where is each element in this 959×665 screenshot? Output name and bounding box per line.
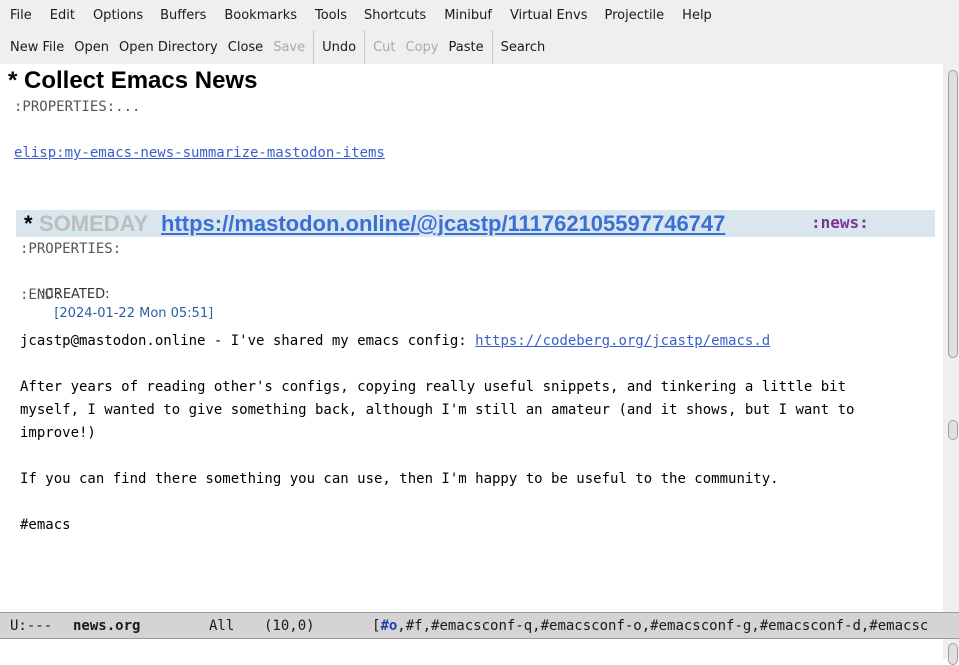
post-prefix: jcastp@mastodon.online - I've shared my … [20, 333, 476, 349]
modeline-tags: [#o,#f,#emacsconf-q,#emacsconf-o,#emacsc… [372, 618, 928, 634]
codeberg-link[interactable]: https://codeberg.org/jcastp/emacs.d [475, 333, 770, 349]
mode-line: U:--- news.org All (10,0) [#o,#f,#emacsc… [0, 612, 959, 639]
minibuffer-scroll-thumb[interactable] [948, 643, 958, 665]
modeline-status: U:--- [10, 618, 53, 634]
hashtag-line: #emacs [20, 517, 71, 533]
modeline-rest: ,#f,#emacsconf-q,#emacsconf-o,#emacsconf… [397, 618, 929, 634]
save-button[interactable]: Save [268, 40, 310, 55]
menu-options[interactable]: Options [75, 8, 143, 23]
modeline-highlight: #o [380, 618, 398, 634]
cut-button[interactable]: Cut [368, 40, 400, 55]
end-drawer: :END: [20, 287, 63, 303]
paragraph-line: After years of reading other's configs, … [20, 379, 847, 395]
copy-button[interactable]: Copy [401, 40, 444, 55]
heading-star: * [24, 211, 33, 236]
scrollbar-thumb[interactable] [948, 70, 958, 358]
created-timestamp[interactable]: [2024-01-22 Mon 05:51] [54, 306, 213, 321]
todo-keyword: SOMEDAY [39, 211, 149, 236]
open-button[interactable]: Open [69, 40, 114, 55]
modeline-line-col: (10,0) [264, 618, 315, 634]
scrollbar-handle[interactable] [948, 420, 958, 440]
menu-tools[interactable]: Tools [297, 8, 347, 23]
menu-virtual-envs[interactable]: Virtual Envs [492, 8, 588, 23]
menu-help[interactable]: Help [664, 8, 712, 23]
someday-heading-row[interactable]: * SOMEDAY https://mastodon.online/@jcast… [16, 210, 935, 237]
menu-file[interactable]: File [0, 8, 32, 23]
paragraph-line: If you can find there something you can … [20, 471, 779, 487]
search-button[interactable]: Search [496, 40, 551, 55]
menu-bookmarks[interactable]: Bookmarks [206, 8, 297, 23]
toolbar-separator [491, 30, 493, 64]
editor-buffer[interactable]: * Collect Emacs News :PROPERTIES:... eli… [0, 64, 935, 612]
toolbar: New File Open Open Directory Close Save … [0, 30, 959, 64]
heading-collect-emacs-news: * Collect Emacs News [8, 67, 258, 94]
open-directory-button[interactable]: Open Directory [114, 40, 223, 55]
menu-projectile[interactable]: Projectile [587, 8, 664, 23]
vertical-scrollbar[interactable] [943, 64, 959, 612]
paragraph-line: improve!) [20, 425, 96, 441]
menu-bar: File Edit Options Buffers Bookmarks Tool… [0, 0, 959, 30]
menu-buffers[interactable]: Buffers [143, 8, 206, 23]
heading-tag: :news: [811, 213, 869, 232]
toolbar-separator [313, 30, 315, 64]
menu-minibuf[interactable]: Minibuf [426, 8, 492, 23]
properties-drawer: :PROPERTIES: [20, 241, 122, 257]
menu-edit[interactable]: Edit [32, 8, 75, 23]
properties-folded[interactable]: :PROPERTIES:... [14, 99, 140, 115]
mastodon-post-link[interactable]: https://mastodon.online/@jcastp/11176210… [161, 211, 725, 237]
close-button[interactable]: Close [223, 40, 268, 55]
post-line: jcastp@mastodon.online - I've shared my … [20, 333, 770, 349]
modeline-position: All [209, 618, 235, 634]
toolbar-separator [364, 30, 366, 64]
minibuffer[interactable] [0, 639, 959, 659]
new-file-button[interactable]: New File [0, 40, 69, 55]
modeline-buffer-name[interactable]: news.org [73, 618, 140, 634]
elisp-link[interactable]: elisp:my-emacs-news-summarize-mastodon-i… [14, 145, 385, 161]
paragraph-line: myself, I wanted to give something back,… [20, 402, 855, 418]
paste-button[interactable]: Paste [443, 40, 488, 55]
undo-button[interactable]: Undo [317, 40, 361, 55]
minibuffer-scrollbar[interactable] [943, 639, 959, 665]
menu-shortcuts[interactable]: Shortcuts [347, 8, 426, 23]
